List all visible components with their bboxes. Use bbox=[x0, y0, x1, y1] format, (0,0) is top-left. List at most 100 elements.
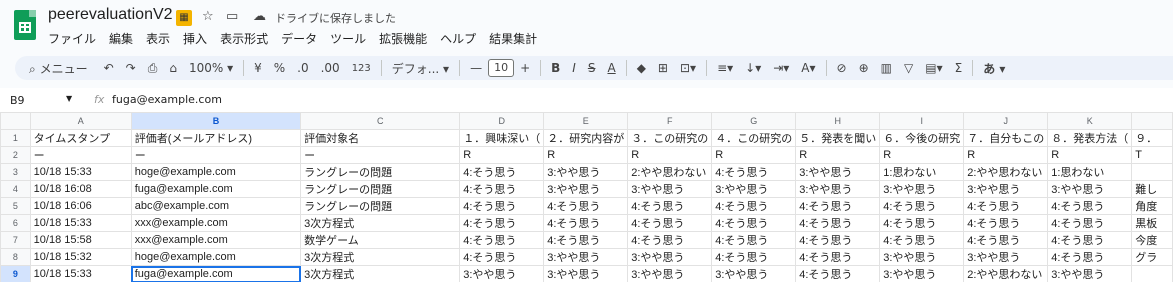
column-header-i[interactable]: I bbox=[879, 112, 965, 130]
fill-color-icon[interactable]: ◆ bbox=[633, 61, 650, 75]
cell[interactable]: T bbox=[1131, 146, 1173, 164]
undo-icon[interactable]: ↶ bbox=[100, 61, 118, 75]
cell[interactable]: 1:思わない bbox=[879, 163, 965, 181]
cell[interactable]: 3:やや思う bbox=[543, 248, 629, 266]
menu-edit[interactable]: 編集 bbox=[109, 30, 140, 47]
cell[interactable]: 3:やや思う bbox=[627, 248, 713, 266]
cell[interactable]: 今度 bbox=[1131, 231, 1173, 249]
cell[interactable]: 4:そう思う bbox=[459, 163, 545, 181]
cell[interactable]: 10/18 15:32 bbox=[29, 248, 132, 266]
cell[interactable]: 4:そう思う bbox=[963, 197, 1049, 215]
cell[interactable]: 角度 bbox=[1131, 197, 1173, 215]
cell[interactable]: 3:やや思う bbox=[627, 180, 713, 198]
cell[interactable]: ６．今後の研究 bbox=[879, 129, 965, 147]
cell[interactable]: 3:やや思う bbox=[795, 163, 881, 181]
cell[interactable]: R bbox=[711, 146, 797, 164]
formula-input[interactable]: fuga@example.com bbox=[112, 93, 222, 106]
cell[interactable]: 3:やや思う bbox=[711, 180, 797, 198]
cell[interactable]: 3:やや思う bbox=[1047, 265, 1133, 282]
cell[interactable]: 4:そう思う bbox=[1047, 214, 1133, 232]
cell[interactable]: 3:やや思う bbox=[1047, 180, 1133, 198]
cell[interactable]: 10/18 16:08 bbox=[29, 180, 132, 198]
column-header-extra[interactable] bbox=[1131, 112, 1173, 130]
cell[interactable]: 4:そう思う bbox=[711, 231, 797, 249]
cell[interactable]: 4:そう思う bbox=[795, 197, 881, 215]
cell[interactable]: xxx@example.com bbox=[130, 231, 302, 249]
currency-format-button[interactable]: ¥ bbox=[250, 61, 266, 75]
menu-view[interactable]: 表示 bbox=[146, 30, 177, 47]
column-header-f[interactable]: F bbox=[627, 112, 713, 130]
row-header[interactable]: 7 bbox=[0, 231, 31, 249]
menu-format[interactable]: 表示形式 bbox=[220, 30, 275, 47]
cell[interactable]: 3次方程式 bbox=[300, 214, 461, 232]
cell[interactable]: 3次方程式 bbox=[300, 248, 461, 266]
menu-file[interactable]: ファイル bbox=[48, 30, 103, 47]
cell[interactable]: 3:やや思う bbox=[879, 180, 965, 198]
menu-insert[interactable]: 挿入 bbox=[183, 30, 214, 47]
cell[interactable]: R bbox=[627, 146, 713, 164]
cell[interactable]: １．興味深い（ bbox=[459, 129, 545, 147]
cell[interactable]: グラ bbox=[1131, 248, 1173, 266]
cell[interactable]: 2:やや思わない bbox=[963, 163, 1049, 181]
menu-search[interactable]: ⌕ メニュー bbox=[25, 60, 96, 77]
row-header[interactable]: 9 bbox=[0, 265, 31, 282]
cell[interactable]: R bbox=[879, 146, 965, 164]
menu-help[interactable]: ヘルプ bbox=[440, 30, 483, 47]
cell[interactable]: 難し bbox=[1131, 180, 1173, 198]
column-header-c[interactable]: C bbox=[300, 112, 461, 130]
cell[interactable]: ー bbox=[300, 146, 461, 164]
font-select[interactable]: デフォ... ▾ bbox=[388, 60, 453, 77]
cell[interactable]: 評価対象名 bbox=[300, 129, 461, 147]
name-box-dropdown-icon[interactable]: ▼ bbox=[66, 94, 72, 103]
cell[interactable]: 10/18 15:33 bbox=[29, 214, 132, 232]
name-box[interactable]: B9 bbox=[10, 94, 25, 107]
horizontal-align-icon[interactable]: ≡▾ bbox=[713, 61, 737, 75]
sheets-logo-icon[interactable] bbox=[14, 10, 36, 40]
cell[interactable]: 4:そう思う bbox=[795, 265, 881, 282]
cell[interactable]: 4:そう思う bbox=[963, 214, 1049, 232]
print-icon[interactable]: ⎙ bbox=[144, 61, 162, 76]
font-size-input[interactable]: 10 bbox=[488, 59, 515, 77]
cell[interactable]: 3:やや思う bbox=[543, 265, 629, 282]
folder-move-icon[interactable]: ▦ bbox=[176, 10, 192, 26]
cell[interactable]: R bbox=[795, 146, 881, 164]
cell[interactable]: ー bbox=[130, 146, 302, 164]
cell[interactable]: R bbox=[543, 146, 629, 164]
column-header-d[interactable]: D bbox=[459, 112, 545, 130]
cell[interactable]: abc@example.com bbox=[130, 197, 302, 215]
cell[interactable]: R bbox=[1047, 146, 1133, 164]
cell[interactable]: 4:そう思う bbox=[543, 197, 629, 215]
cell[interactable]: 4:そう思う bbox=[627, 231, 713, 249]
row-header[interactable]: 5 bbox=[0, 197, 31, 215]
cell[interactable]: 4:そう思う bbox=[711, 214, 797, 232]
cell[interactable]: 1:思わない bbox=[1047, 163, 1133, 181]
cell[interactable]: ラングレーの問題 bbox=[300, 197, 461, 215]
menu-extensions[interactable]: 拡張機能 bbox=[379, 30, 434, 47]
cell[interactable]: 数学ゲーム bbox=[300, 231, 461, 249]
cell[interactable]: 4:そう思う bbox=[543, 214, 629, 232]
cell[interactable]: ２．研究内容が bbox=[543, 129, 629, 147]
input-tools-button[interactable]: あ ▾ bbox=[979, 60, 1009, 77]
cell[interactable]: ４．この研究の bbox=[711, 129, 797, 147]
decrease-decimal-button[interactable]: .0 bbox=[293, 61, 312, 75]
row-header[interactable]: 6 bbox=[0, 214, 31, 232]
cell[interactable]: 10/18 16:06 bbox=[29, 197, 132, 215]
filter-icon[interactable]: ▽ bbox=[900, 61, 917, 75]
row-header[interactable]: 8 bbox=[0, 248, 31, 266]
text-wrap-icon[interactable]: ⇥▾ bbox=[769, 61, 793, 75]
cell[interactable]: 10/18 15:58 bbox=[29, 231, 132, 249]
cell[interactable]: 4:そう思う bbox=[795, 214, 881, 232]
cell[interactable]: 4:そう思う bbox=[711, 197, 797, 215]
column-header-e[interactable]: E bbox=[543, 112, 629, 130]
select-all-corner[interactable] bbox=[0, 112, 31, 130]
vertical-align-icon[interactable]: ↓▾ bbox=[741, 61, 765, 75]
paint-format-icon[interactable]: ⌂ bbox=[165, 61, 181, 75]
zoom-select[interactable]: 100% ▾ bbox=[185, 61, 237, 75]
cell[interactable] bbox=[1131, 265, 1173, 282]
row-header[interactable]: 3 bbox=[0, 163, 31, 181]
row-header[interactable]: 4 bbox=[0, 180, 31, 198]
cell[interactable]: fuga@example.com bbox=[130, 180, 302, 198]
cell[interactable] bbox=[1131, 163, 1173, 181]
cell[interactable]: 3:やや思う bbox=[543, 163, 629, 181]
cell[interactable]: 4:そう思う bbox=[459, 197, 545, 215]
